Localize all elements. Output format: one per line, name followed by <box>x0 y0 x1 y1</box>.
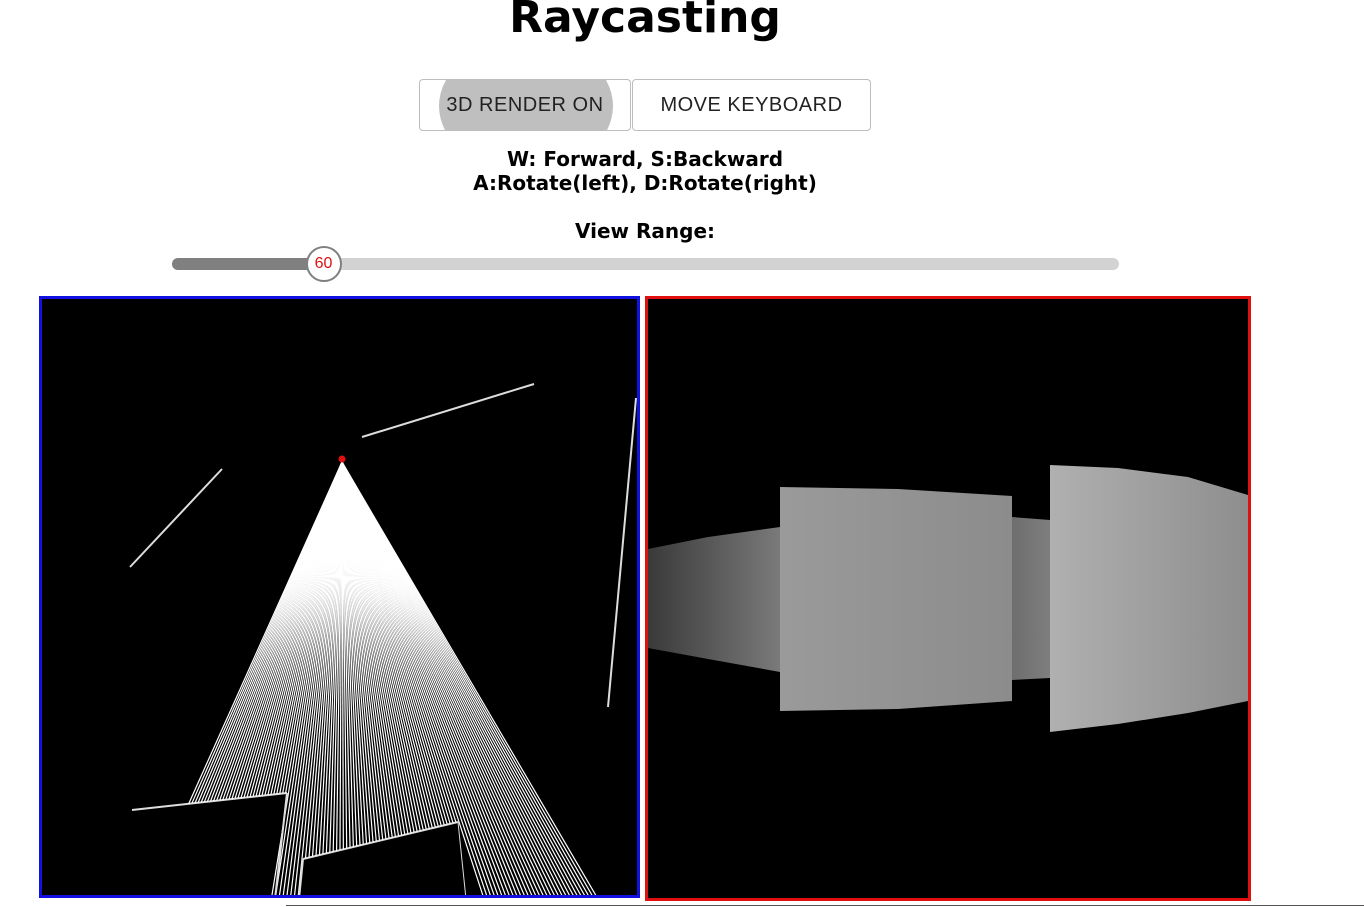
view-range-slider[interactable]: 60 <box>172 246 1119 282</box>
render-wall-slice <box>1012 517 1050 680</box>
instructions-line-2: A:Rotate(left), D:Rotate(right) <box>473 171 817 195</box>
player-marker <box>338 455 346 463</box>
move-keyboard-button[interactable]: MOVE KEYBOARD <box>632 79 871 131</box>
instructions-line-1: W: Forward, S:Backward <box>506 147 784 171</box>
page-divider <box>286 905 1364 906</box>
view-range-slider-thumb[interactable]: 60 <box>305 246 342 282</box>
render-wall-slice <box>780 487 1012 711</box>
render-3d-canvas <box>645 296 1251 901</box>
view-range-value: 60 <box>314 255 333 272</box>
view-range-slider-fill <box>172 258 324 270</box>
render-3d-drawing <box>648 465 1248 732</box>
map-wall <box>129 468 223 568</box>
render-3d-toggle-label: 3D RENDER ON <box>446 93 604 116</box>
raycasting-page: Raycasting 3D RENDER ON MOVE KEYBOARD W:… <box>0 0 1364 907</box>
keyboard-instructions: W: Forward, S:Backward A:Rotate(left), D… <box>0 147 1290 195</box>
move-keyboard-label: MOVE KEYBOARD <box>660 93 843 116</box>
render-wall-slice <box>648 527 780 672</box>
map-wall <box>361 383 535 438</box>
map-wall <box>607 397 637 708</box>
page-title: Raycasting <box>509 0 781 43</box>
view-range-label: View Range: <box>575 219 715 243</box>
map-wall <box>302 821 459 860</box>
map-2d-canvas[interactable] <box>39 296 640 898</box>
map-2d-drawing <box>129 383 637 895</box>
render-3d-toggle-button[interactable]: 3D RENDER ON <box>419 79 631 131</box>
render-wall-slice <box>1050 465 1248 732</box>
